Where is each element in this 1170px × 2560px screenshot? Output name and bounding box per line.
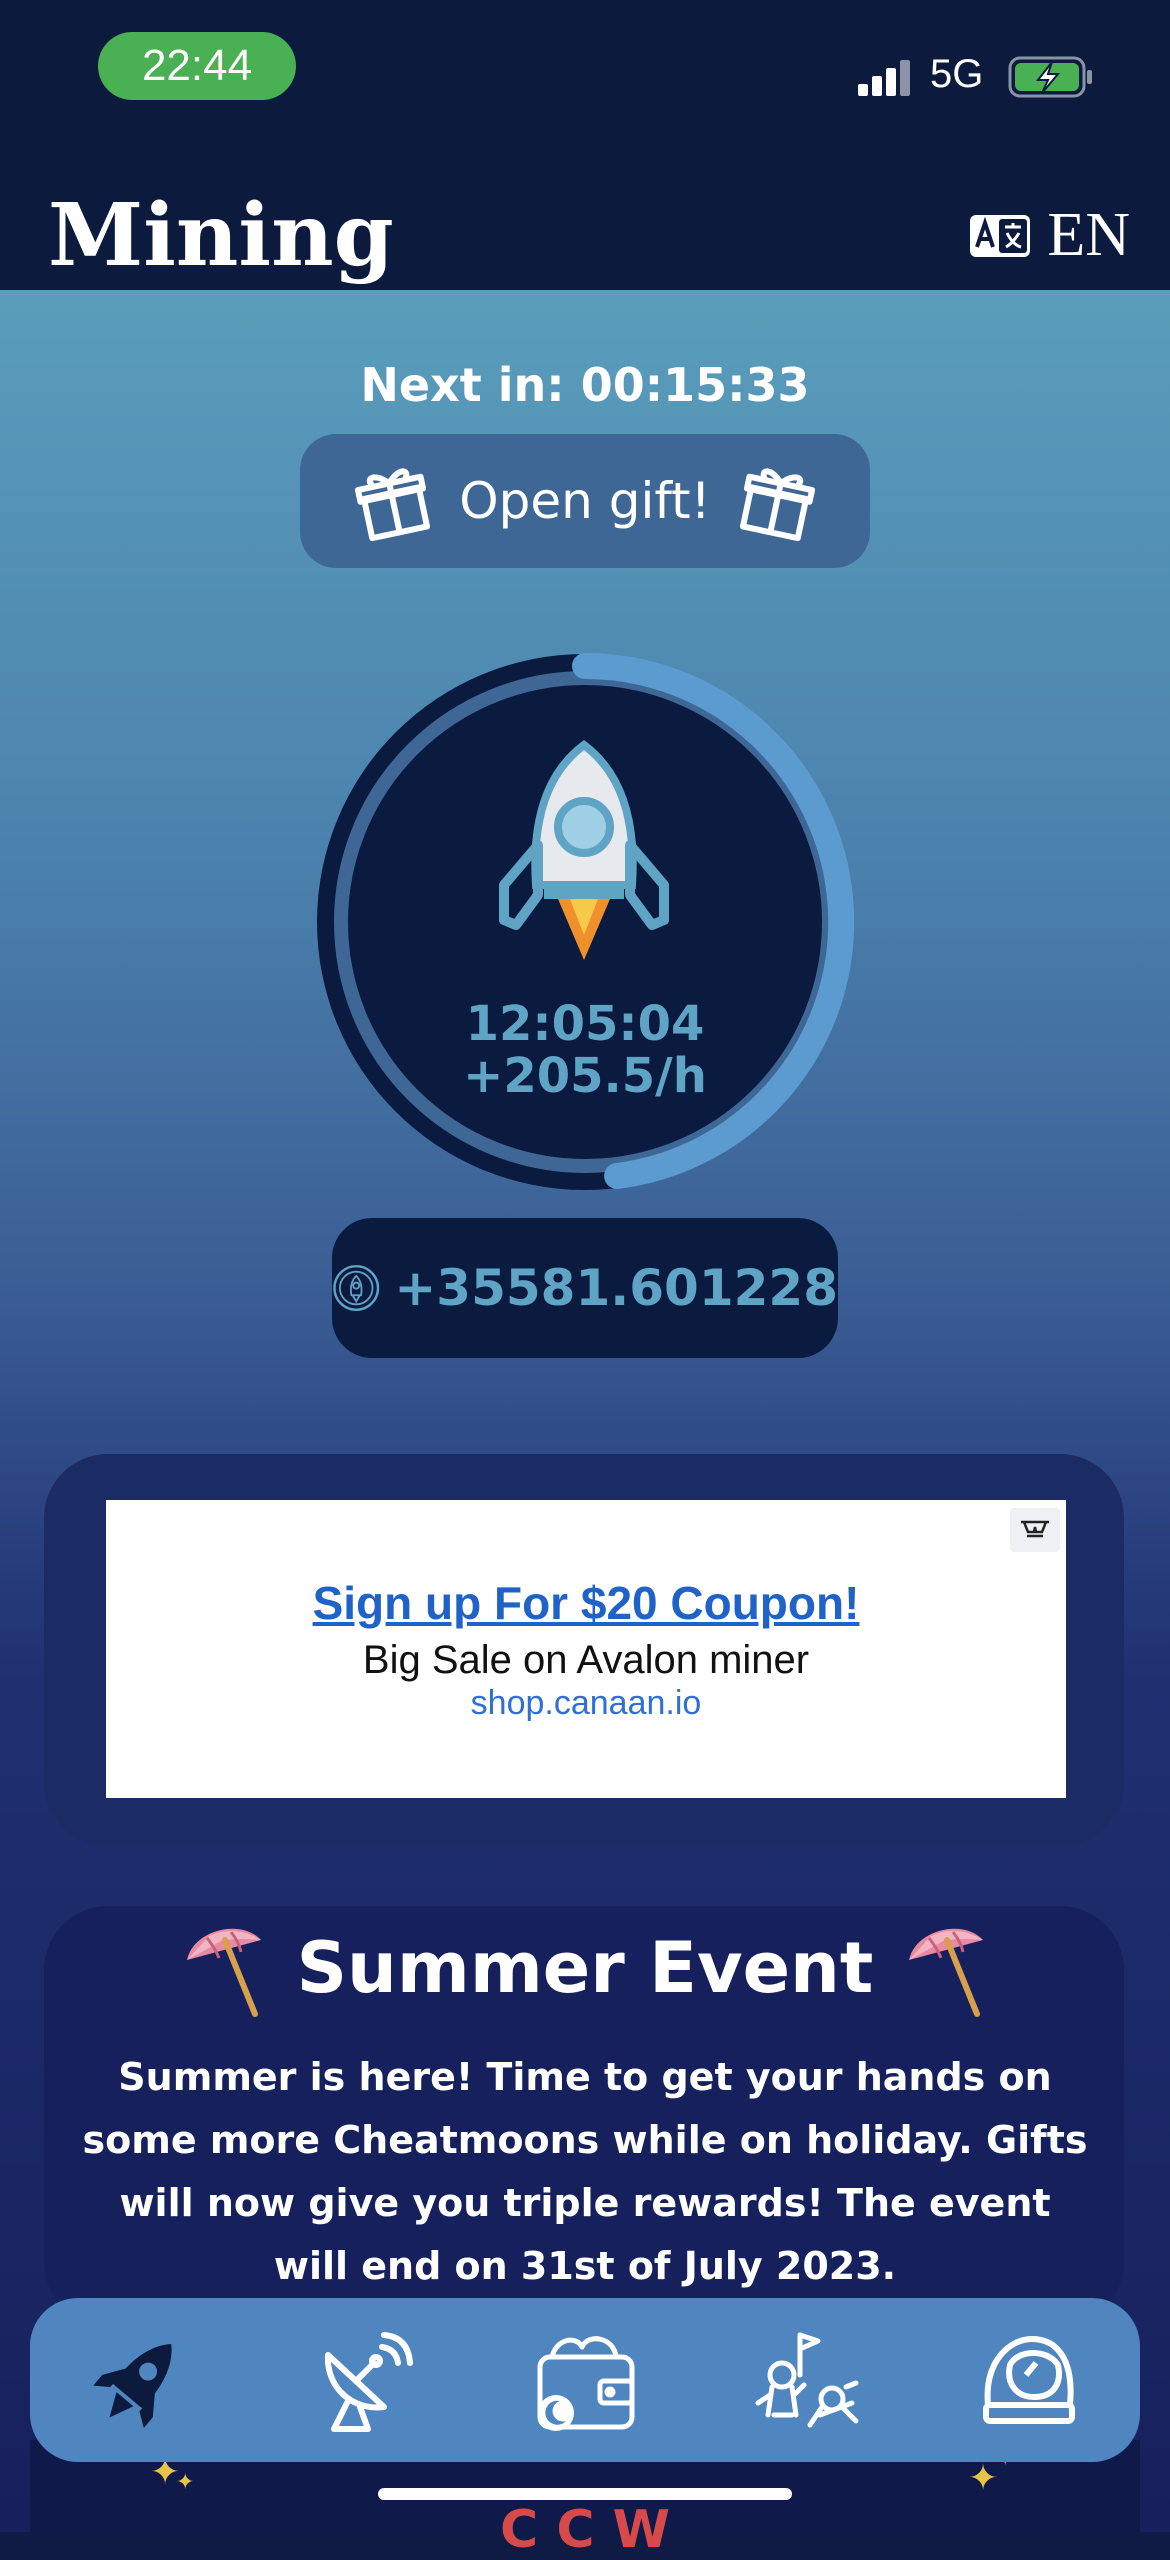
translate-icon	[970, 214, 1031, 257]
bottom-tab-bar	[30, 2298, 1140, 2462]
wallet-icon	[537, 2336, 635, 2431]
beach-umbrella-icon	[186, 1928, 261, 2017]
mining-rate: +205.5/h	[463, 1048, 707, 1104]
astronauts-icon	[755, 2332, 859, 2428]
satellite-dish-icon	[324, 2332, 413, 2432]
balance-value: +35581.601228	[394, 1259, 838, 1317]
sparkle-icon: ✦	[176, 2470, 195, 2495]
ad-subline: Big Sale on Avalon miner	[362, 1638, 810, 1682]
tab-mining[interactable]	[81, 2320, 201, 2440]
beach-umbrella-icon	[909, 1928, 984, 2017]
tab-crew[interactable]	[747, 2320, 867, 2440]
coin-icon	[333, 1265, 380, 1311]
helmet-icon	[983, 2336, 1075, 2424]
language-selector[interactable]: EN	[969, 200, 1130, 271]
battery-charging-icon	[1008, 56, 1092, 98]
ad-link[interactable]: shop.canaan.io	[106, 1684, 1066, 1723]
ad-headline[interactable]: Sign up For $20 Coupon!	[106, 1576, 1066, 1630]
tab-wallet[interactable]	[525, 2320, 645, 2440]
event-heading: Summer Event	[0, 1918, 1170, 2018]
home-indicator[interactable]	[378, 2488, 792, 2500]
language-label: EN	[1047, 201, 1130, 269]
open-gift-label: Open gift!	[459, 472, 711, 530]
mining-time: 12:05:04	[465, 996, 705, 1052]
status-time: 22:44	[98, 32, 296, 100]
mining-timer: 12:05:04 +205.5/h	[0, 998, 1170, 1102]
next-card-title: C C W	[500, 2500, 670, 2560]
balance-badge: +35581.601228	[332, 1218, 838, 1358]
event-description: Summer is here! Time to get your hands o…	[82, 2055, 1088, 2288]
open-gift-button[interactable]: Open gift!	[300, 434, 870, 568]
gift-icon	[739, 468, 815, 542]
rocket-icon	[93, 2343, 172, 2429]
ad-choices-icon[interactable]	[1010, 1508, 1060, 1552]
next-gift-countdown: Next in: 00:15:33	[360, 358, 810, 412]
signal-icon	[858, 60, 910, 96]
gift-icon	[355, 468, 431, 542]
sparkle-icon: ✦	[968, 2458, 999, 2499]
page-title: Mining	[48, 185, 394, 286]
rocket-icon	[499, 739, 669, 960]
network-label: 5G	[930, 52, 984, 96]
tab-satellite[interactable]	[303, 2320, 423, 2440]
event-title: Summer Event	[296, 1927, 874, 2009]
tab-profile[interactable]	[969, 2320, 1089, 2440]
